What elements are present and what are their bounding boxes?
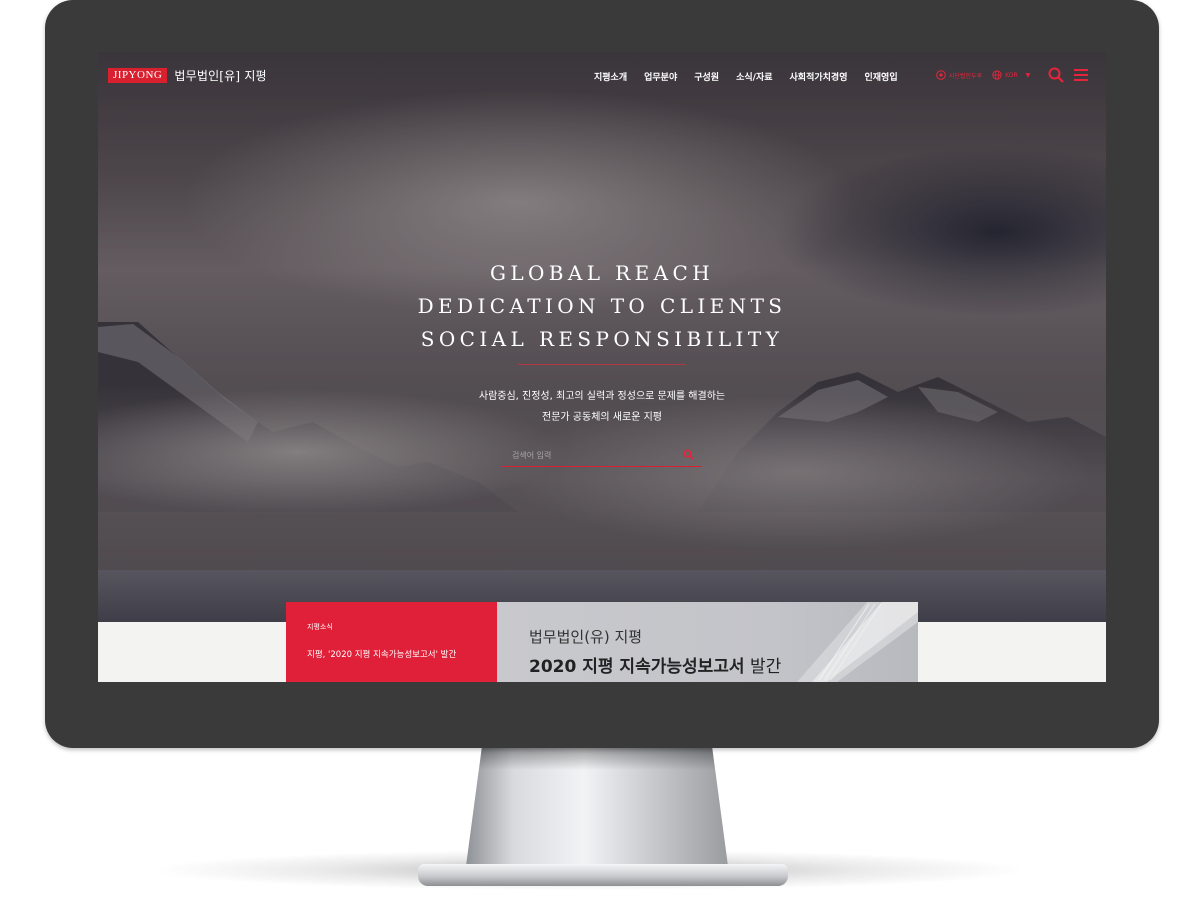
flower-icon (936, 70, 946, 80)
nav-item-careers[interactable]: 인재영입 (864, 70, 897, 83)
news-panel[interactable]: 지평소식 지평, '2020 지평 지속가능성보고서' 발간 (286, 602, 497, 682)
subtitle-line-1: 사람중심, 진정성, 최고의 실력과 정성으로 문제를 해결하는 (478, 391, 726, 402)
search-submit-icon[interactable] (683, 449, 694, 460)
logo-text: 법무법인[유] 지평 (174, 69, 267, 83)
headline-line-2: DEDICATION TO CLIENTS (417, 294, 787, 318)
subtitle-line-2: 전문가 공동체의 새로운 지평 (542, 412, 662, 423)
header-utilities: 사단법인두루 KOR ▼ (936, 67, 1089, 83)
news-category: 지평소식 (307, 623, 333, 631)
search-icon[interactable] (1048, 67, 1065, 83)
nav-item-people[interactable]: 구성원 (694, 70, 719, 83)
chevron-down-icon: ▼ (1025, 71, 1031, 79)
language-select[interactable]: KOR ▼ (992, 70, 1030, 80)
duru-link[interactable]: 사단법인두루 (936, 70, 982, 80)
nav-item-about[interactable]: 지평소개 (594, 70, 627, 83)
banner-org: 법무법인(유) 지평 (529, 628, 643, 646)
hero-headline: GLOBAL REACH DEDICATION TO CLIENTS SOCIA… (98, 257, 1106, 356)
search-input[interactable] (512, 447, 672, 463)
logo-mark: JIPYONG (108, 68, 168, 83)
headline-divider (518, 364, 686, 365)
menu-icon[interactable] (1074, 68, 1089, 82)
monitor-stand-base (418, 864, 788, 886)
headline-line-1: GLOBAL REACH (489, 261, 715, 285)
site-logo[interactable]: JIPYONG 법무법인[유] 지평 (108, 67, 267, 84)
duru-label: 사단법인두루 (949, 72, 983, 80)
news-banner[interactable]: 법무법인(유) 지평 2020 지평 지속가능성보고서 발간 (497, 602, 918, 682)
headline-line-3: SOCIAL RESPONSIBILITY (420, 327, 784, 351)
banner-title-bold: 2020 지평 지속가능성보고서 (529, 657, 745, 677)
main-nav: 지평소개 업무분야 구성원 소식/자료 사회적가치경영 인재영입 (594, 70, 915, 83)
site-header: JIPYONG 법무법인[유] 지평 지평소개 업무분야 구성원 소식/자료 사… (98, 52, 1106, 98)
nav-item-news[interactable]: 소식/자료 (736, 70, 772, 83)
news-title[interactable]: 지평, '2020 지평 지속가능성보고서' 발간 (307, 648, 456, 660)
report-cover-graphic (797, 602, 918, 682)
monitor-screen: JIPYONG 법무법인[유] 지평 지평소개 업무분야 구성원 소식/자료 사… (98, 52, 1106, 682)
hero-subtitle: 사람중심, 진정성, 최고의 실력과 정성으로 문제를 해결하는 전문가 공동체… (98, 386, 1106, 428)
globe-icon (992, 70, 1002, 80)
banner-title-rest: 발간 (744, 657, 782, 677)
banner-title: 2020 지평 지속가능성보고서 발간 (529, 652, 781, 677)
monitor-stand-shade (479, 748, 715, 770)
hero-search (502, 445, 702, 467)
nav-item-social-value[interactable]: 사회적가치경영 (790, 70, 848, 83)
language-value: KOR (1005, 71, 1018, 79)
nav-item-practice[interactable]: 업무분야 (644, 70, 677, 83)
